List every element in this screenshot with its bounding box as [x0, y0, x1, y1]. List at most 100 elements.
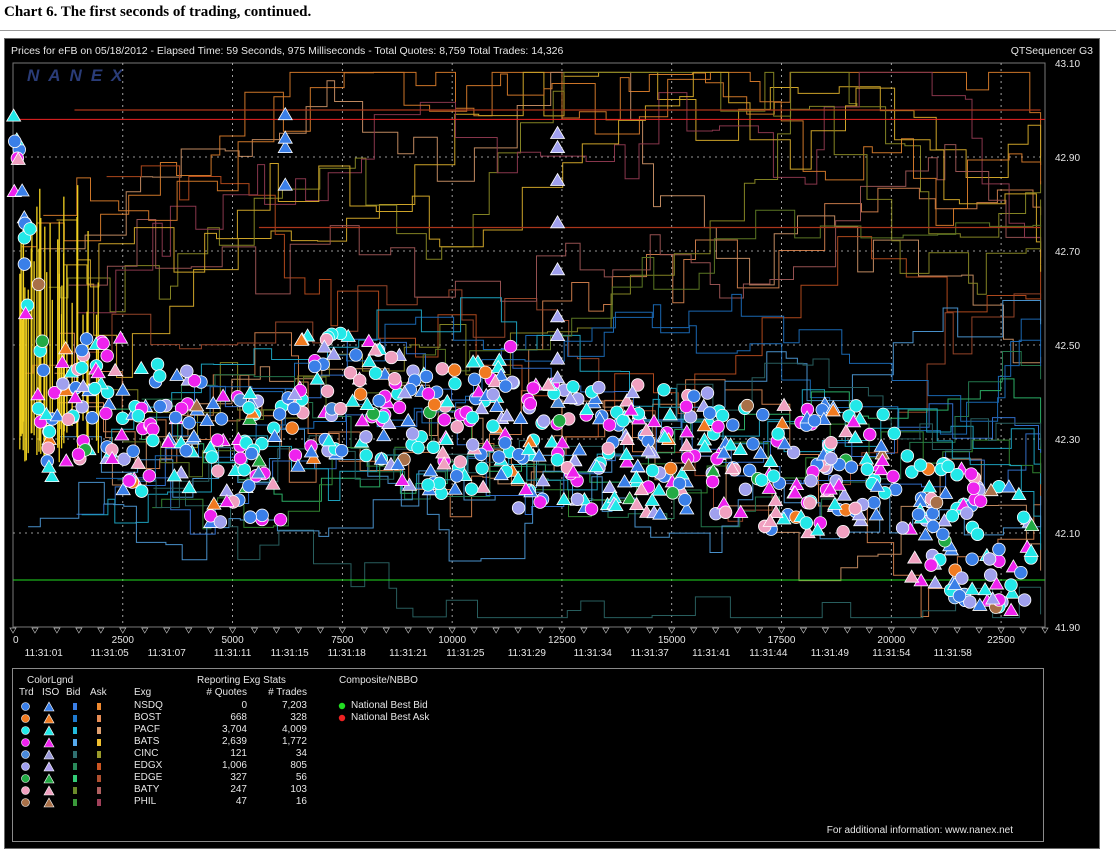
national-best-ask-label: National Best Ask	[351, 712, 430, 723]
x-tick-label: 20000	[877, 635, 905, 646]
legend-row: BATY 247 103	[13, 784, 323, 796]
trade-marker	[867, 496, 881, 510]
x-tick-marker	[97, 627, 105, 634]
trade-marker	[168, 410, 183, 425]
trade-marker	[142, 469, 157, 483]
x-tick-marker	[931, 627, 939, 634]
x-tick-marker	[536, 627, 544, 634]
x-tick-marker	[206, 627, 215, 634]
trade-marker	[601, 441, 615, 456]
trade-marker	[372, 394, 386, 408]
trade-marker	[352, 373, 367, 388]
ask-swatch	[97, 739, 101, 746]
bid-swatch	[73, 715, 77, 722]
trade-marker	[1017, 593, 1032, 607]
x-tick-marker	[1019, 627, 1027, 634]
legend-swatches	[21, 725, 101, 736]
trade-marker	[334, 444, 349, 458]
trade-marker	[740, 398, 754, 413]
trade-marker	[285, 421, 299, 435]
quote-count: 247	[230, 784, 247, 795]
x-tick-marker	[733, 627, 742, 634]
trade-marker	[405, 427, 420, 441]
trade-marker	[447, 363, 462, 377]
x-tick-marker	[185, 627, 193, 634]
trade-swatch	[21, 762, 30, 771]
trade-marker	[387, 372, 402, 386]
time-tick-label: 11:31:25	[446, 648, 485, 659]
trade-marker	[738, 482, 753, 496]
trade-count: 805	[290, 760, 307, 771]
trade-marker	[453, 455, 468, 469]
trade-marker	[122, 474, 136, 488]
time-tick-label: 11:31:58	[934, 648, 973, 659]
x-tick-marker	[470, 627, 478, 634]
x-tick-marker	[75, 627, 83, 634]
ask-swatch	[97, 727, 101, 734]
legend-col-iso: ISO	[42, 687, 60, 698]
trade-swatch	[21, 798, 30, 807]
ask-swatch	[97, 751, 101, 758]
trade-marker	[803, 496, 817, 510]
x-tick-marker	[843, 627, 852, 634]
trade-count: 56	[295, 772, 307, 783]
trade-marker	[450, 420, 464, 434]
trade-marker	[665, 486, 680, 500]
trade-marker	[492, 450, 506, 464]
trade-marker	[945, 509, 960, 523]
trade-marker	[213, 515, 228, 529]
trade-swatch	[21, 726, 30, 735]
trade-marker	[180, 364, 194, 378]
x-tick-marker	[250, 627, 259, 634]
bid-swatch	[73, 727, 77, 734]
trade-marker	[210, 433, 225, 447]
trade-count: 1,772	[281, 736, 307, 747]
legend-panel: ColorLgnd Trd ISO Bid Ask Exg Reporting …	[12, 668, 1044, 842]
y-tick-label: 42.50	[1055, 341, 1080, 352]
trade-marker	[287, 401, 301, 416]
x-tick-marker	[690, 627, 698, 634]
trade-count: 7,203	[281, 700, 307, 711]
trade-marker	[523, 397, 538, 411]
trade-marker	[860, 462, 875, 476]
trade-marker	[448, 376, 462, 391]
trade-marker	[924, 558, 938, 572]
x-tick-marker	[141, 627, 149, 634]
trade-marker	[498, 379, 513, 393]
trade-marker	[756, 407, 770, 422]
quote-count: 2,639	[221, 736, 247, 747]
exchange-name: PHIL	[134, 796, 157, 807]
trade-marker	[8, 134, 22, 149]
trade-marker	[848, 501, 862, 516]
time-tick-label: 11:31:21	[389, 648, 428, 659]
x-tick-marker	[9, 627, 17, 634]
trade-swatch	[21, 702, 30, 711]
trade-marker	[973, 494, 988, 508]
trade-marker	[134, 484, 149, 498]
time-tick-label: 11:31:41	[692, 648, 731, 659]
ask-swatch	[97, 763, 101, 770]
x-tick-marker	[294, 627, 303, 634]
legend-swatches	[21, 749, 101, 760]
bid-swatch	[73, 775, 77, 782]
national-best-bid-dot	[338, 702, 346, 710]
y-tick-label: 42.30	[1055, 435, 1080, 446]
trade-marker	[966, 481, 981, 495]
y-tick-label: 42.90	[1055, 153, 1080, 164]
legend-swatches	[21, 785, 101, 796]
x-tick-label: 5000	[221, 635, 244, 646]
x-tick-marker	[338, 627, 346, 634]
trade-marker	[754, 473, 769, 487]
x-tick-label: 12500	[548, 635, 576, 646]
trade-count: 4,009	[281, 724, 307, 735]
x-tick-marker	[382, 627, 390, 634]
x-tick-marker	[53, 627, 61, 634]
trade-marker	[1004, 578, 1018, 592]
trade-marker	[359, 430, 373, 444]
trade-marker	[486, 387, 500, 402]
trade-count: 16	[295, 796, 307, 807]
trade-swatch	[21, 750, 30, 759]
trade-marker	[35, 334, 50, 348]
trade-marker	[1014, 565, 1028, 580]
trade-marker	[844, 460, 859, 474]
